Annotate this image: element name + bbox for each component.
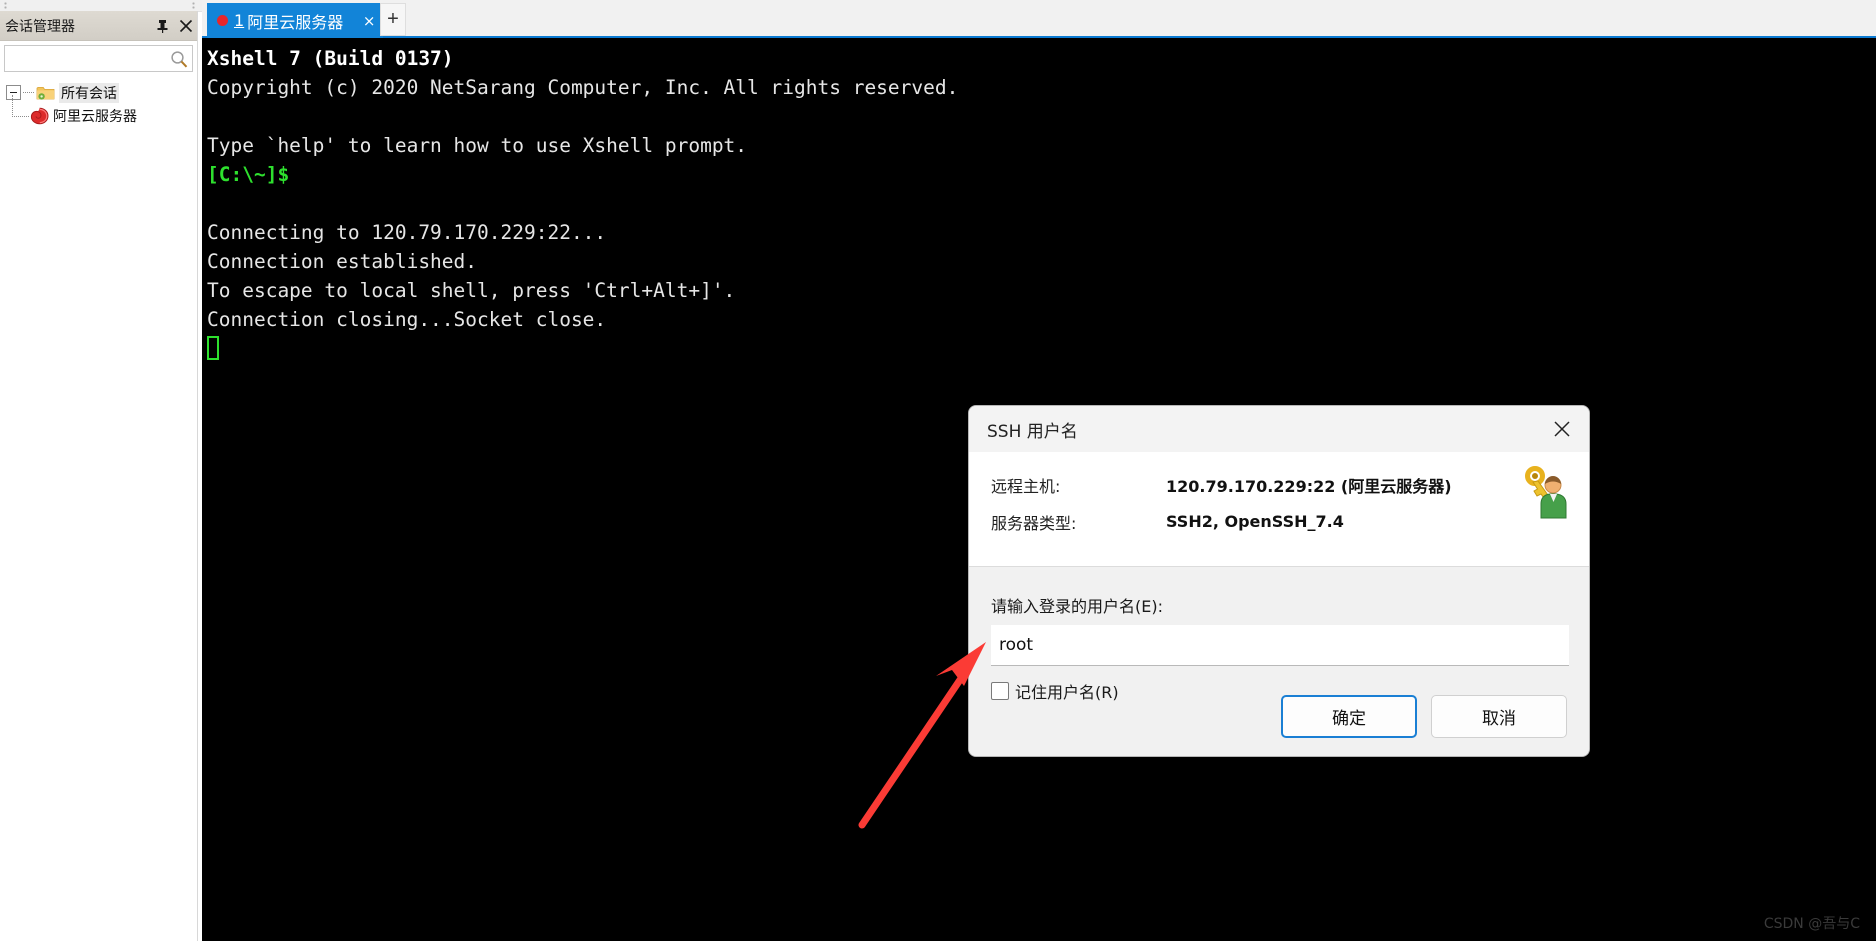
remember-username-checkbox[interactable] [991, 682, 1009, 700]
info-value: SSH2, OpenSSH_7.4 [1166, 512, 1344, 531]
terminal-line-9: Connection closing...Socket close. [207, 308, 607, 331]
info-label: 服务器类型: [991, 513, 1077, 533]
tree-item-label: 阿里云服务器 [53, 108, 137, 125]
tree-connector [23, 91, 34, 94]
folder-icon [36, 86, 55, 100]
terminal-line-6: Connecting to 120.79.170.229:22... [207, 221, 607, 244]
drag-grip-right-icon[interactable] [192, 2, 195, 9]
dialog-buttons: 确定 取消 [1281, 695, 1567, 738]
tree-item-all-sessions[interactable]: 所有会话 [0, 81, 197, 104]
panel-header-buttons [155, 11, 193, 40]
xshell-session-icon [30, 107, 49, 124]
search-icon[interactable] [170, 50, 188, 68]
close-icon[interactable] [1545, 414, 1579, 444]
session-manager-panel: 会话管理器 所有会话 阿里云服务器 [0, 11, 198, 941]
terminal-cursor [207, 336, 219, 360]
session-manager-header: 会话管理器 [0, 11, 197, 41]
key-and-user-icon [1525, 466, 1567, 519]
dialog-connection-info: 远程主机: 120.79.170.229:22 (阿里云服务器) 服务器类型: … [969, 452, 1589, 567]
ok-button[interactable]: 确定 [1281, 695, 1417, 738]
dialog-title: SSH 用户名 [987, 421, 1078, 442]
terminal-line-4: [C:\~]$ [207, 163, 290, 186]
tree-item-label: 所有会话 [59, 82, 119, 103]
tab-close-icon[interactable]: × [361, 12, 377, 30]
close-icon[interactable] [178, 18, 193, 34]
session-search-box[interactable] [4, 45, 193, 72]
terminal-line-1: Copyright (c) 2020 NetSarang Computer, I… [207, 76, 959, 99]
xshell-window: 会话管理器 所有会话 阿里云服务器 1 阿里云服务器 × + Xshell 7 … [0, 0, 1876, 941]
tab-bar: 1 阿里云服务器 × + [202, 0, 1876, 38]
search-input[interactable] [8, 48, 172, 71]
username-prompt-label: 请输入登录的用户名(E): [991, 597, 1163, 616]
session-tree: 所有会话 阿里云服务器 [0, 81, 197, 127]
info-row-remote-host: 远程主机: 120.79.170.229:22 (阿里云服务器) [969, 466, 1589, 503]
info-value: 120.79.170.229:22 (阿里云服务器) [1166, 476, 1452, 496]
terminal-line-8: To escape to local shell, press 'Ctrl+Al… [207, 279, 736, 302]
tree-item-session[interactable]: 阿里云服务器 [0, 95, 197, 127]
terminal-line-7: Connection established. [207, 250, 478, 273]
terminal-line-3: Type `help' to learn how to use Xshell p… [207, 134, 748, 157]
username-input[interactable] [991, 625, 1569, 666]
tree-connector [12, 95, 29, 117]
ssh-username-dialog: SSH 用户名 远程主机: 120.79.170.229:22 (阿里云服务器)… [968, 405, 1590, 757]
info-row-server-type: 服务器类型: SSH2, OpenSSH_7.4 [969, 503, 1589, 540]
tab-session-1[interactable]: 1 阿里云服务器 × [207, 3, 384, 38]
info-label: 远程主机: [991, 476, 1061, 496]
remember-username-label: 记住用户名(R) [1015, 683, 1119, 702]
drag-grip-left-icon[interactable] [4, 2, 7, 9]
watermark: CSDN @吾与C [1763, 916, 1860, 932]
panel-title: 会话管理器 [5, 18, 75, 35]
tab-title: 阿里云服务器 [247, 12, 344, 32]
terminal-line-0: Xshell 7 (Build 0137) [207, 47, 454, 70]
dialog-titlebar: SSH 用户名 [969, 406, 1589, 452]
cancel-button[interactable]: 取消 [1431, 695, 1567, 738]
dialog-body: 请输入登录的用户名(E): 记住用户名(R) 确定 取消 [969, 567, 1589, 756]
new-tab-button[interactable]: + [380, 3, 406, 36]
tab-index: 1 [234, 11, 245, 30]
pin-icon[interactable] [155, 18, 170, 34]
red-status-dot-icon [217, 15, 228, 26]
